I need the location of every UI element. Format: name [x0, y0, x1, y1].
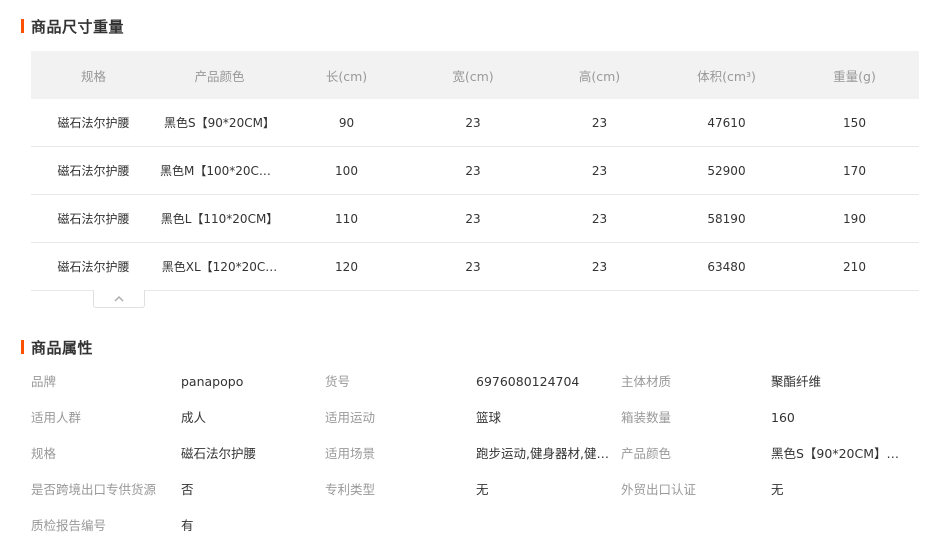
cell-spec: 磁石法尔护腰	[57, 116, 130, 130]
header-cell-width: 宽(cm)	[452, 68, 494, 84]
title-accent-bar	[21, 19, 24, 33]
cell-weight: 190	[843, 211, 866, 226]
attr-label: 适用运动	[325, 410, 376, 425]
table-row: 磁石法尔护腰 黑色L【110*20CM】 110 23 23 58190 190	[31, 195, 919, 243]
cell-color: 黑色XL【120*20C…	[161, 260, 278, 274]
header-cell-weight: 重量(g)	[833, 68, 876, 84]
cell-color: 黑色L【110*20CM】	[160, 212, 279, 226]
cell-weight: 170	[843, 163, 866, 178]
table-row: 磁石法尔护腰 黑色S【90*20CM】 90 23 23 47610 150	[31, 99, 919, 147]
cell-width: 23	[465, 211, 481, 226]
attr-label: 规格	[31, 446, 57, 461]
header-cell-volume: 体积(cm³)	[697, 68, 756, 84]
attr-label: 适用人群	[31, 410, 82, 425]
attr-label: 品牌	[31, 374, 57, 389]
attr-section-title: 商品属性	[21, 338, 94, 357]
header-cell-spec: 规格	[80, 68, 106, 84]
cell-height: 23	[591, 115, 608, 130]
attr-label: 专利类型	[325, 482, 376, 497]
attr-label: 外贸出口认证	[621, 482, 697, 497]
cell-length: 100	[335, 163, 358, 178]
cell-length: 120	[335, 259, 358, 274]
cell-volume: 58190	[707, 211, 746, 226]
attr-value: 聚酯纤维	[771, 374, 822, 389]
attr-value: 黑色S【90*20CM】,…	[771, 446, 901, 461]
attr-value: 成人	[181, 410, 207, 425]
attr-value: 否	[181, 482, 194, 497]
cell-weight: 210	[843, 259, 866, 274]
attr-row: 适用人群 成人 适用运动 篮球 箱装数量 160	[31, 408, 919, 444]
size-section-title-text: 商品尺寸重量	[31, 17, 125, 36]
product-attributes: 品牌 panapopo 货号 6976080124704 主体材质 聚酯纤维 适…	[31, 372, 919, 551]
attr-value: 篮球	[476, 410, 502, 425]
header-cell-length: 长(cm)	[325, 68, 368, 84]
cell-length: 90	[338, 115, 355, 130]
size-section-title: 商品尺寸重量	[21, 17, 125, 36]
cell-spec: 磁石法尔护腰	[57, 260, 130, 274]
attr-label: 是否跨境出口专供货源	[31, 482, 157, 497]
attr-label: 质检报告编号	[31, 518, 107, 533]
attr-value: 有	[181, 518, 194, 533]
attr-value: 无	[476, 482, 489, 497]
cell-color: 黑色M【100*20CM…	[160, 164, 282, 178]
cell-width: 23	[465, 259, 481, 274]
cell-length: 110	[335, 211, 358, 226]
header-cell-color: 产品颜色	[194, 68, 245, 84]
cell-height: 23	[591, 211, 608, 226]
cell-volume: 47610	[707, 115, 746, 130]
attr-value: 跑步运动,健身器材,健…	[476, 446, 609, 461]
attr-row: 是否跨境出口专供货源 否 专利类型 无 外贸出口认证 无	[31, 480, 919, 516]
table-row: 磁石法尔护腰 黑色XL【120*20C… 120 23 23 63480 210	[31, 243, 919, 291]
cell-height: 23	[591, 259, 608, 274]
table-header: 规格 产品颜色 长(cm) 宽(cm) 高(cm) 体积(cm³) 重量(g)	[31, 51, 919, 99]
cell-volume: 52900	[707, 163, 746, 178]
attr-label: 主体材质	[621, 374, 672, 389]
cell-color: 黑色S【90*20CM】	[164, 116, 275, 130]
cell-width: 23	[465, 115, 481, 130]
cell-height: 23	[591, 163, 608, 178]
attr-row: 质检报告编号 有	[31, 516, 919, 551]
cell-width: 23	[465, 163, 481, 178]
cell-spec: 磁石法尔护腰	[57, 212, 130, 226]
attr-value: panapopo	[181, 374, 244, 389]
attr-value: 无	[771, 482, 784, 497]
cell-weight: 150	[843, 115, 866, 130]
attr-value: 160	[771, 410, 795, 425]
attr-label: 产品颜色	[621, 446, 672, 461]
title-accent-bar	[21, 340, 24, 354]
cell-volume: 63480	[707, 259, 746, 274]
attr-value: 磁石法尔护腰	[181, 446, 257, 461]
chevron-up-icon	[114, 295, 124, 301]
table-row: 磁石法尔护腰 黑色M【100*20CM… 100 23 23 52900 170	[31, 147, 919, 195]
attr-value: 6976080124704	[476, 374, 580, 389]
size-weight-table: 规格 产品颜色 长(cm) 宽(cm) 高(cm) 体积(cm³) 重量(g) …	[31, 51, 919, 291]
header-cell-height: 高(cm)	[578, 68, 621, 84]
attr-section-title-text: 商品属性	[31, 338, 94, 357]
attr-row: 品牌 panapopo 货号 6976080124704 主体材质 聚酯纤维	[31, 372, 919, 408]
cell-spec: 磁石法尔护腰	[57, 164, 130, 178]
attr-label: 货号	[325, 374, 351, 389]
attr-label: 箱装数量	[621, 410, 672, 425]
attr-label: 适用场景	[325, 446, 376, 461]
attr-row: 规格 磁石法尔护腰 适用场景 跑步运动,健身器材,健… 产品颜色 黑色S【90*…	[31, 444, 919, 480]
collapse-table-button[interactable]	[93, 290, 145, 308]
